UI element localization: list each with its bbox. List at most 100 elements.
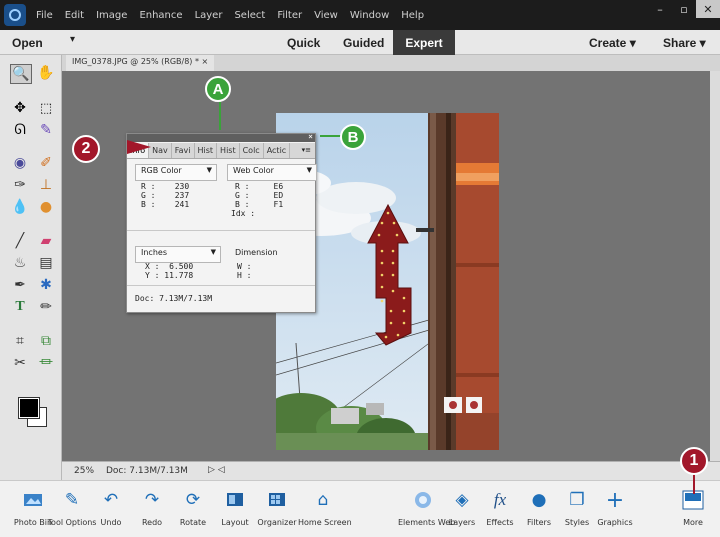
dim-h: H : xyxy=(237,271,252,280)
callout-a-line xyxy=(219,100,221,130)
menu-help[interactable]: Help xyxy=(401,10,424,21)
brush-tool-icon[interactable]: ╱ xyxy=(10,232,30,250)
spot-healing-tool-icon[interactable]: ✐ xyxy=(36,154,56,172)
info-panel[interactable]: × Info Nav Favi Hist Hist Colc Actic ▾≡ … xyxy=(126,132,317,313)
eyedropper-tool-icon[interactable]: ✒ xyxy=(10,276,30,294)
menu-view[interactable]: View xyxy=(314,10,338,21)
share-button[interactable]: Share ▾ xyxy=(663,36,706,50)
web-b: B : F1 xyxy=(235,200,284,209)
zoom-tool-icon[interactable]: 🔍 xyxy=(10,64,32,84)
home-screen-label: Home Screen xyxy=(298,518,352,527)
marquee-tool-icon[interactable]: ⬚ xyxy=(36,99,56,117)
menu-bar: File Edit Image Enhance Layer Select Fil… xyxy=(0,0,720,30)
paint-bucket-tool-icon[interactable]: ♨ xyxy=(10,254,30,272)
gradient-tool-icon[interactable]: ▤ xyxy=(36,254,56,272)
mode-expert[interactable]: Expert xyxy=(393,30,455,55)
web-g: G : ED xyxy=(235,191,284,200)
callout-b: B xyxy=(340,124,366,150)
organizer-icon xyxy=(266,489,288,511)
unit-value: Inches xyxy=(141,248,167,257)
doc-size: Doc: 7.13M/7.13M xyxy=(106,466,188,476)
document-tab-bar: IMG_0378.JPG @ 25% (RGB/8) * × xyxy=(62,55,720,75)
web-mode-dropdown[interactable]: Web Color ▼ xyxy=(227,164,317,181)
type-tool-icon[interactable]: T xyxy=(10,298,30,316)
organizer-button[interactable]: Organizer xyxy=(252,489,302,527)
mode-bar: Open ▾ Quick Guided Expert Create ▾ Shar… xyxy=(0,30,720,55)
effects-icon: fx xyxy=(493,490,507,509)
unit-dropdown[interactable]: Inches ▼ xyxy=(135,246,221,263)
tab-actions[interactable]: Actic xyxy=(264,143,291,158)
app-logo-icon xyxy=(4,4,26,26)
styles-icon: ❐ xyxy=(569,490,585,510)
foreground-color-swatch[interactable] xyxy=(18,397,40,419)
crop-tool-icon[interactable]: ⌗ xyxy=(10,332,30,350)
create-button[interactable]: Create ▾ xyxy=(589,36,636,50)
menu-edit[interactable]: Edit xyxy=(65,10,84,21)
rgb-g: G : 237 xyxy=(141,191,190,200)
web-mode-value: Web Color xyxy=(233,166,274,175)
vertical-scrollbar[interactable] xyxy=(710,71,720,461)
bottom-panel-bar: Photo Bin ✎ Tool Options ↶ Undo ↷ Redo ⟳… xyxy=(0,480,720,537)
rgb-mode-value: RGB Color xyxy=(141,166,182,175)
rgb-r: R : 230 xyxy=(141,182,190,191)
custom-shape-tool-icon[interactable]: ✱ xyxy=(36,276,56,294)
web-r: R : E6 xyxy=(235,182,284,191)
mode-guided[interactable]: Guided xyxy=(343,36,384,50)
open-button[interactable]: Open xyxy=(12,36,43,50)
panel-menu-icon[interactable]: ▾≡ xyxy=(302,146,311,154)
organizer-label: Organizer xyxy=(257,518,297,527)
smart-brush-tool-icon[interactable]: ✑ xyxy=(10,176,30,194)
rgb-mode-dropdown[interactable]: RGB Color ▼ xyxy=(135,164,217,181)
menu-file[interactable]: File xyxy=(36,10,53,21)
dim-w: W : xyxy=(237,262,252,271)
toolbox: 🔍 ✋ ✥ ⬚ ᘏ ✎ ◉ ✐ ✑ ⊥ 💧 ● ╱ ▰ ♨ ▤ ✒ ✱ T ✏ … xyxy=(0,55,62,480)
menu-filter[interactable]: Filter xyxy=(277,10,302,21)
tab-favorites[interactable]: Favi xyxy=(172,143,195,158)
hand-tool-icon[interactable]: ✋ xyxy=(36,64,56,82)
panel-title-bar[interactable]: × xyxy=(127,132,315,142)
lasso-tool-icon[interactable]: ᘏ xyxy=(10,121,30,139)
graphics-button[interactable]: + Graphics xyxy=(590,488,640,528)
menu-window[interactable]: Window xyxy=(350,10,389,21)
panel-doc-size: Doc: 7.13M/7.13M xyxy=(135,294,213,303)
close-button[interactable]: ✕ xyxy=(696,0,720,18)
maximize-button[interactable]: ▫ xyxy=(672,0,696,18)
menu-enhance[interactable]: Enhance xyxy=(139,10,182,21)
rotate-icon: ⟳ xyxy=(185,490,201,510)
home-icon: ⌂ xyxy=(317,490,329,510)
minimize-button[interactable]: – xyxy=(648,0,672,18)
mode-quick[interactable]: Quick xyxy=(287,36,320,50)
tab-color-swatches[interactable]: Colc xyxy=(240,143,264,158)
menu-layer[interactable]: Layer xyxy=(195,10,223,21)
menu-image[interactable]: Image xyxy=(96,10,127,21)
panel-divider xyxy=(127,285,315,286)
zoom-level[interactable]: 25% xyxy=(74,466,94,476)
eye-tool-icon[interactable]: ◉ xyxy=(10,154,30,172)
content-aware-move-tool-icon[interactable]: ✂ xyxy=(10,354,30,372)
menu-select[interactable]: Select xyxy=(234,10,265,21)
quick-selection-tool-icon[interactable]: ✎ xyxy=(36,121,56,139)
pencil-tool-icon[interactable]: ✏ xyxy=(36,298,56,316)
clone-stamp-tool-icon[interactable]: ⊥ xyxy=(36,176,56,194)
mode-expert-label: Expert xyxy=(405,35,443,50)
sponge-tool-icon[interactable]: ● xyxy=(36,198,56,216)
straighten-tool-icon[interactable]: ⏛ xyxy=(36,354,56,372)
more-button[interactable]: More xyxy=(668,489,718,527)
layers-icon: ◈ xyxy=(455,490,469,510)
status-nav-arrows[interactable]: ▷ ◁ xyxy=(208,465,225,475)
coord-y: Y : 11.778 xyxy=(145,271,194,280)
web-idx: Idx : xyxy=(231,209,256,218)
blur-tool-icon[interactable]: 💧 xyxy=(10,198,30,216)
status-bar: 25% Doc: 7.13M/7.13M ▷ ◁ xyxy=(62,461,720,480)
panel-close-icon[interactable]: × xyxy=(308,132,313,141)
move-tool-icon[interactable]: ✥ xyxy=(10,99,30,117)
rgb-b: B : 241 xyxy=(141,200,190,209)
eraser-tool-icon[interactable]: ▰ xyxy=(36,232,56,250)
home-screen-button[interactable]: ⌂ Home Screen xyxy=(298,489,352,527)
tab-histogram[interactable]: Hist xyxy=(195,143,218,158)
coord-x: X : 6.500 xyxy=(145,262,194,271)
tab-history[interactable]: Hist xyxy=(217,143,240,158)
open-dropdown-caret[interactable]: ▾ xyxy=(70,34,75,45)
tab-navigator[interactable]: Nav xyxy=(149,143,172,158)
recompose-tool-icon[interactable]: ⧉ xyxy=(36,332,56,350)
